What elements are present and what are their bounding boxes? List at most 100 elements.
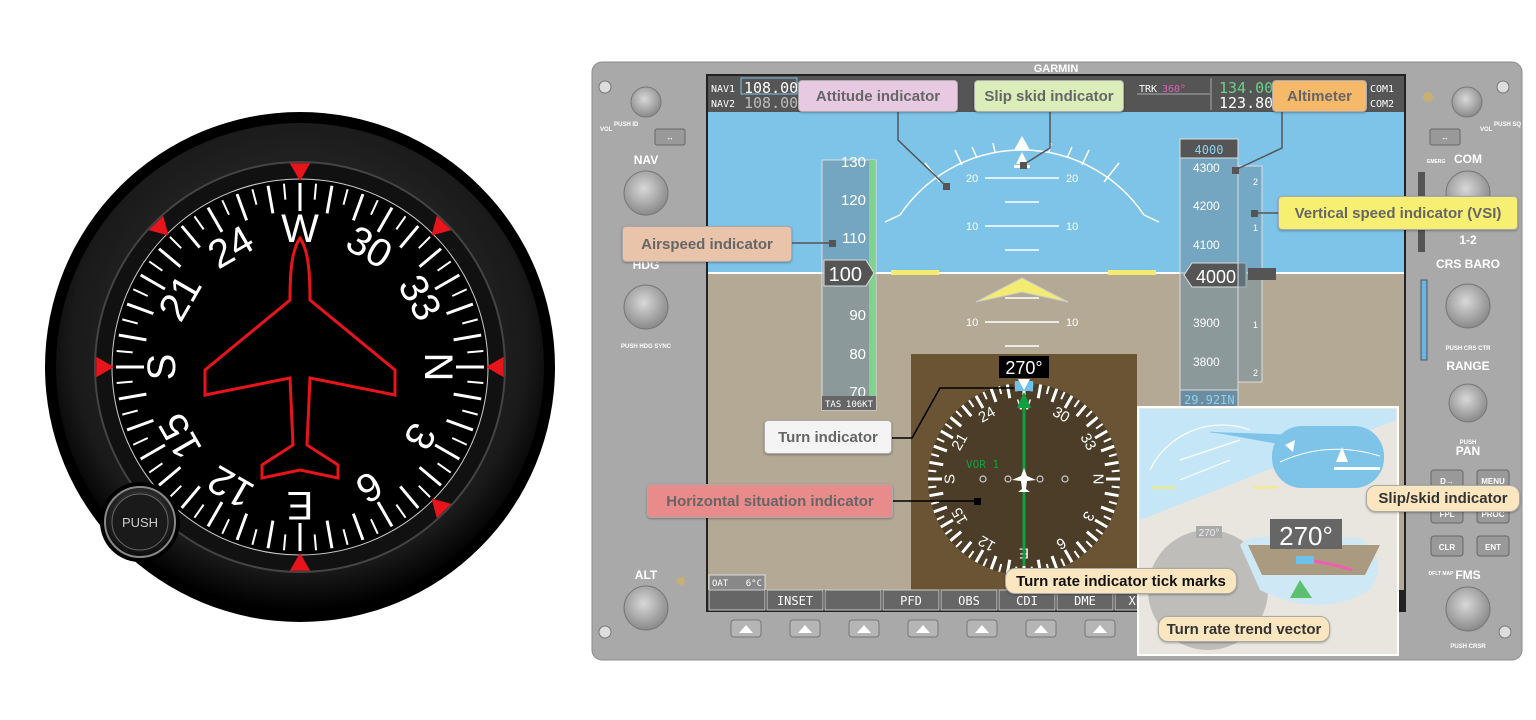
svg-text:2: 2: [1253, 368, 1258, 378]
svg-text:CRS BARO: CRS BARO: [1436, 257, 1500, 271]
svg-text:TAS: TAS: [825, 400, 841, 410]
compass-tick: [928, 485, 937, 489]
svg-text:20: 20: [1066, 173, 1078, 185]
svg-text:PUSH ID: PUSH ID: [614, 122, 639, 128]
crs-baro-knob[interactable]: [1445, 283, 1491, 329]
callout-turn-rate-trend: Turn rate trend vector: [1158, 616, 1330, 642]
altitude-readout: 4000: [1196, 267, 1236, 287]
svg-text:↔: ↔: [666, 133, 674, 142]
svg-text:COM2: COM2: [1370, 99, 1394, 110]
selected-altitude[interactable]: 4000: [1195, 143, 1224, 157]
hdg-knob[interactable]: [623, 284, 669, 330]
svg-text:10: 10: [966, 221, 978, 233]
tas-value: 106KT: [846, 400, 874, 410]
svg-text:4300: 4300: [1193, 161, 1220, 175]
svg-text:COM: COM: [1454, 152, 1482, 166]
svg-text:130: 130: [841, 154, 866, 171]
svg-text:PUSH SQ: PUSH SQ: [1494, 122, 1521, 128]
airspeed-tape: 130 120 110 90 80 70 100 TAS 106KT: [821, 154, 877, 411]
svg-text:20: 20: [966, 173, 978, 185]
svg-text:FMS: FMS: [1455, 568, 1480, 582]
svg-text:3900: 3900: [1193, 316, 1220, 330]
svg-text:3800: 3800: [1193, 355, 1220, 369]
track-value: 360°: [1162, 84, 1186, 95]
svg-text:VOL: VOL: [600, 127, 613, 133]
altimeter-tape: 4000 4300 4200 4100 3900 3800 4000 29.92…: [1179, 138, 1247, 409]
oat-value: 6°C: [746, 579, 762, 589]
svg-text:VOL: VOL: [1480, 127, 1493, 133]
svg-text:INSET: INSET: [777, 594, 813, 608]
compass-tick: [928, 469, 937, 473]
svg-text:NAV1: NAV1: [711, 84, 735, 95]
callout-vsi: Vertical speed indicator (VSI): [1278, 196, 1518, 230]
callout-turn-rate-ticks: Turn rate indicator tick marks: [1005, 568, 1237, 594]
svg-text:110: 110: [842, 230, 866, 247]
nav-knob[interactable]: [623, 170, 669, 216]
svg-text:ENT: ENT: [1485, 543, 1501, 552]
callout-altimeter: Altimeter: [1272, 80, 1367, 112]
softkey[interactable]: [824, 589, 882, 611]
svg-text:1-2: 1-2: [1459, 233, 1477, 247]
compass-tick: [1111, 485, 1120, 489]
alt-knob[interactable]: [623, 585, 669, 631]
svg-text:10: 10: [1066, 317, 1078, 329]
callout-attitude: Attitude indicator: [798, 80, 958, 112]
compass-label: S: [942, 474, 959, 484]
svg-text:1: 1: [1253, 223, 1258, 233]
softkey[interactable]: PFD: [882, 589, 940, 611]
baro-setting[interactable]: 29.92IN: [1184, 393, 1235, 407]
softkey[interactable]: [708, 589, 766, 611]
svg-text:4200: 4200: [1193, 199, 1220, 213]
svg-text:90: 90: [849, 307, 866, 324]
softkey[interactable]: INSET: [766, 589, 824, 611]
svg-text:1: 1: [1253, 320, 1258, 330]
svg-text:10: 10: [966, 317, 978, 329]
svg-text:OBS: OBS: [958, 594, 980, 608]
fms-knob[interactable]: [1445, 586, 1491, 632]
svg-text:RANGE: RANGE: [1446, 359, 1489, 373]
sky: [708, 112, 1404, 273]
garmin-logo: GARMIN: [1034, 63, 1079, 75]
svg-text:PUSH HDG SYNC: PUSH HDG SYNC: [621, 344, 672, 350]
bezel-button[interactable]: ENT: [1476, 535, 1510, 557]
svg-text:CDI: CDI: [1016, 594, 1038, 608]
com-volume-knob[interactable]: [1451, 86, 1483, 118]
nav-volume-knob[interactable]: [630, 86, 662, 118]
svg-text:120: 120: [841, 192, 866, 209]
svg-text:PAN: PAN: [1456, 444, 1480, 458]
airspeed-readout: 100: [829, 264, 862, 286]
svg-text:DFLT MAP: DFLT MAP: [1429, 571, 1455, 577]
svg-text:270°: 270°: [1199, 528, 1220, 539]
svg-text:PUSH CRS CTR: PUSH CRS CTR: [1445, 346, 1491, 352]
svg-text:CLR: CLR: [1439, 543, 1456, 552]
svg-text:10: 10: [1066, 221, 1078, 233]
svg-text:↔: ↔: [1441, 133, 1449, 142]
callout-airspeed: Airspeed indicator: [622, 226, 792, 262]
svg-text:80: 80: [849, 346, 866, 363]
svg-text:OAT: OAT: [712, 579, 729, 589]
range-knob[interactable]: [1448, 383, 1488, 423]
svg-text:ALT: ALT: [635, 568, 658, 582]
svg-text:NAV2: NAV2: [711, 99, 735, 110]
inset-heading-readout: 270°: [1279, 521, 1333, 551]
heading-readout: 270°: [1005, 358, 1042, 378]
hsi: N36E1215S2124W3033 VOR 1 270°: [911, 354, 1137, 590]
wing-bar-left: [891, 270, 939, 275]
svg-text:TRK: TRK: [1139, 84, 1157, 95]
bezel-button[interactable]: CLR: [1430, 535, 1464, 557]
com2-frequency[interactable]: 123.80: [1219, 94, 1273, 112]
softkey[interactable]: OBS: [940, 589, 998, 611]
callout-slip-skid: Slip skid indicator: [974, 80, 1124, 112]
callout-hsi: Horizontal situation indicator: [647, 484, 893, 518]
callout-slip-skid-inset: Slip/skid indicator: [1366, 485, 1520, 512]
svg-text:PFD: PFD: [900, 594, 922, 608]
nav-source: VOR 1: [966, 458, 999, 471]
svg-text:NAV: NAV: [634, 153, 658, 167]
svg-text:2: 2: [1253, 177, 1258, 187]
svg-text:DME: DME: [1074, 594, 1096, 608]
svg-text:4100: 4100: [1193, 238, 1220, 252]
svg-text:PUSH CRSR: PUSH CRSR: [1450, 644, 1486, 650]
wing-bar-right: [1108, 270, 1156, 275]
svg-text:COM1: COM1: [1370, 84, 1394, 95]
nav2-frequency[interactable]: 108.00: [744, 94, 798, 112]
